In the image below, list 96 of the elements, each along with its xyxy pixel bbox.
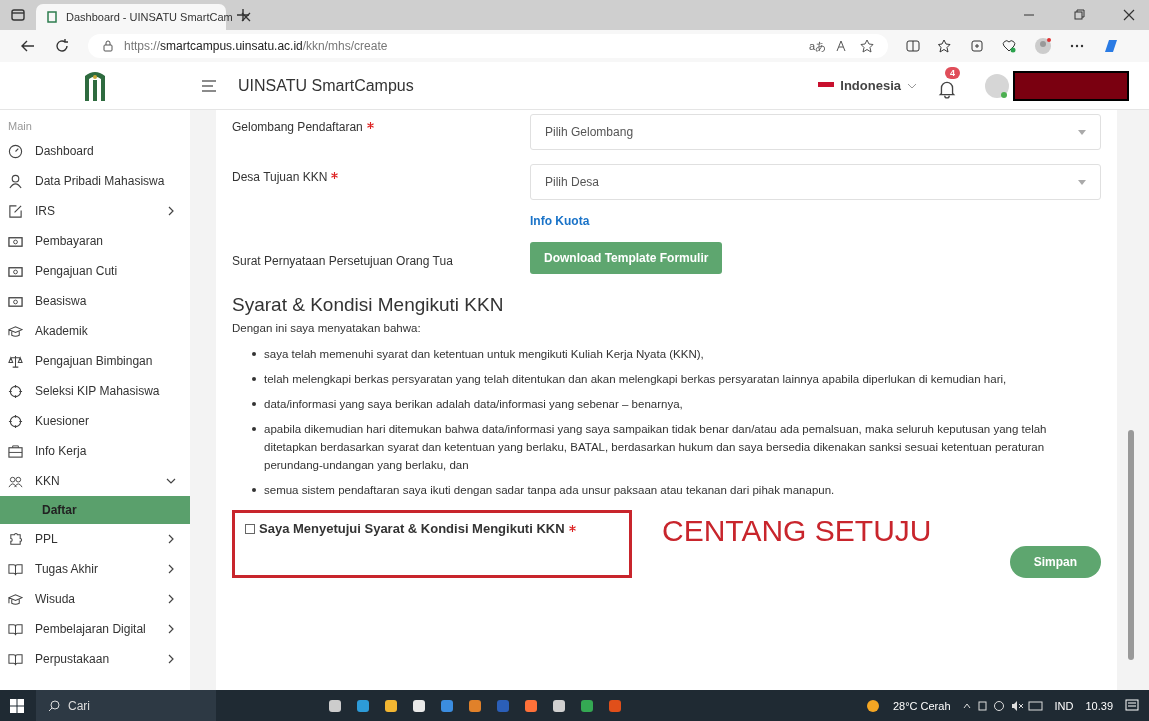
lock-icon <box>102 40 114 52</box>
refresh-icon[interactable] <box>54 38 70 54</box>
heart-icon[interactable] <box>1002 39 1016 53</box>
translate-label[interactable]: aあ <box>808 38 826 54</box>
checkbox[interactable] <box>245 523 255 534</box>
taskbar-app-icon[interactable] <box>552 698 566 713</box>
bullet-icon <box>252 488 256 492</box>
caret-icon <box>1078 129 1086 135</box>
back-icon[interactable] <box>20 38 36 54</box>
sidebar-item[interactable]: Pengajuan Bimbingan <box>0 346 190 376</box>
copilot-icon[interactable] <box>1102 37 1120 55</box>
taskbar-app-icon[interactable] <box>468 698 482 713</box>
restore-icon[interactable] <box>1073 9 1085 21</box>
person-icon <box>8 173 23 189</box>
star-icon[interactable] <box>860 39 874 53</box>
field-label: Gelombang Pendaftaran <box>232 119 363 134</box>
tab-actions-icon[interactable] <box>10 7 26 23</box>
puzzle-icon <box>8 531 23 547</box>
terms-item: telah melengkapi berkas persyaratan yang telah ditentukan dan akan melengkapi berkas persyaratan lainnya apabila diperlukan di kemudian hari, <box>264 372 1007 387</box>
bullet-icon <box>252 377 256 381</box>
sidebar-item[interactable]: Dashboard <box>0 136 190 166</box>
url-text: https://smartcampus.uinsatu.ac.id/kkn/mhs/create <box>124 39 388 53</box>
terms-title: Syarat & Kondisi Mengikuti KKN <box>232 294 505 316</box>
book-icon <box>8 621 23 637</box>
notification-badge: 4 <box>945 66 960 79</box>
taskbar-app-icon[interactable] <box>384 698 398 713</box>
sidebar-item[interactable]: PPL <box>0 524 190 554</box>
info-quota-link[interactable]: Info Kuota <box>530 214 590 228</box>
sidebar-item[interactable]: Tugas Akhir <box>0 554 190 584</box>
profile-icon[interactable] <box>1034 37 1052 55</box>
site-logo-icon <box>46 11 58 23</box>
taskbar-app-icon[interactable] <box>412 698 426 713</box>
close-icon[interactable] <box>1123 9 1135 21</box>
cap-icon <box>8 323 23 339</box>
favorites-icon[interactable] <box>938 39 952 53</box>
sidebar-item[interactable]: Beasiswa <box>0 286 190 316</box>
sidebar-item[interactable]: Perpustakaan <box>0 644 190 674</box>
language-selector[interactable]: Indonesia <box>818 78 917 93</box>
edit-icon <box>8 203 23 219</box>
sidebar-section-label: Main <box>7 119 33 134</box>
windows-start-icon[interactable] <box>10 698 24 713</box>
field-label: Surat Pernyataan Persetujuan Orang Tua <box>232 253 454 268</box>
sidebar-item[interactable]: Info Kerja <box>0 436 190 466</box>
book-icon <box>8 651 23 667</box>
sidebar-item[interactable]: Kuesioner <box>0 406 190 436</box>
bullet-icon <box>252 402 256 406</box>
bullet-icon <box>252 427 256 431</box>
terms-item: data/informasi yang saya berikan adalah data/informasi yang sebenar – benarnya, <box>264 397 683 412</box>
target-icon <box>8 413 23 429</box>
terms-item: saya telah memenuhi syarat dan ketentuan untuk mengikuti Kuliah Kerja Nyata (KKN), <box>264 347 704 362</box>
briefcase-icon <box>8 443 23 459</box>
avatar-icon[interactable] <box>985 73 1009 98</box>
sidebar-item[interactable]: Wisuda <box>0 584 190 614</box>
agree-checkbox[interactable]: Saya Menyetujui Syarat & Kondisi Mengikuti KKN <box>245 521 619 536</box>
select-field[interactable]: Pilih Gelombang <box>530 114 1101 150</box>
terms-item: semua sistem pendaftaran saya ikuti dengan sadar tanpa ada unsur paksaan atau tekanan dari pihak manapun. <box>264 483 835 498</box>
university-logo-icon <box>83 69 107 102</box>
sidebar-subitem[interactable]: Daftar <box>0 496 190 524</box>
sidebar-item[interactable]: Data Pribadi Mahasiswa <box>0 166 190 196</box>
tab-title: Dashboard - UINSATU SmartCam <box>66 11 233 23</box>
weather-icon <box>864 697 881 714</box>
sidebar-item[interactable]: KKN <box>0 466 190 496</box>
caret-icon <box>1078 179 1086 185</box>
field-label: Desa Tujuan KKN <box>232 169 328 184</box>
sidebar-item[interactable]: IRS <box>0 196 190 226</box>
sidebar-item[interactable]: Seleksi KIP Mahasiswa <box>0 376 190 406</box>
sidebar-item[interactable]: Pengajuan Cuti <box>0 256 190 286</box>
collections-icon[interactable] <box>970 39 984 53</box>
flag-icon <box>818 81 835 90</box>
taskbar-app-icon[interactable] <box>580 698 594 713</box>
new-tab-icon[interactable] <box>236 8 250 22</box>
sidebar-item[interactable]: Pembayaran <box>0 226 190 256</box>
terms-item: apabila dikemudian hari ditemukan bahwa data/informasi yang saya sampaikan tidak benar dan/atau ada pemalsuan, maka seluruh keputusan yang telah ditetapkan berdasarkan syarat dan ketentuan yang berlaku, BATAL, berdasarkan hukum dan saya bersedia dikenakan sanksi sesuai ketentuan peraturan perundang-undangan yang berlaku, dan <box>264 422 1048 473</box>
bullet-icon <box>252 352 256 356</box>
target-icon <box>8 383 23 399</box>
gauge-icon <box>8 143 23 159</box>
notification-icon[interactable] <box>1125 698 1139 713</box>
app-title: UINSATU SmartCampus <box>238 76 414 95</box>
clock[interactable]: 10.39 <box>1085 699 1113 712</box>
weather-text: 28°C Cerah <box>892 699 951 712</box>
taskbar-app-icon[interactable] <box>328 698 342 713</box>
select-field[interactable]: Pilih Desa <box>530 164 1101 200</box>
address-bar[interactable]: https://smartcampus.uinsatu.ac.id/kkn/mhs/create aあ <box>88 34 888 58</box>
taskbar-search[interactable]: Cari <box>36 690 216 721</box>
search-icon <box>48 699 60 712</box>
sidebar-item[interactable]: Akademik <box>0 316 190 346</box>
language-indicator[interactable]: IND <box>1054 699 1074 712</box>
system-tray-icons[interactable] <box>962 699 1043 712</box>
terms-intro: Dengan ini saya menyatakan bahwa: <box>232 322 422 334</box>
sidebar-item[interactable]: Pembelajaran Digital <box>0 614 190 644</box>
taskbar-app-icon[interactable] <box>524 698 538 713</box>
split-screen-icon[interactable] <box>906 39 920 53</box>
annotation-text: CENTANG SETUJU <box>662 514 932 548</box>
book-icon <box>8 561 23 577</box>
scale-icon <box>8 353 23 369</box>
cap-icon <box>8 591 23 607</box>
